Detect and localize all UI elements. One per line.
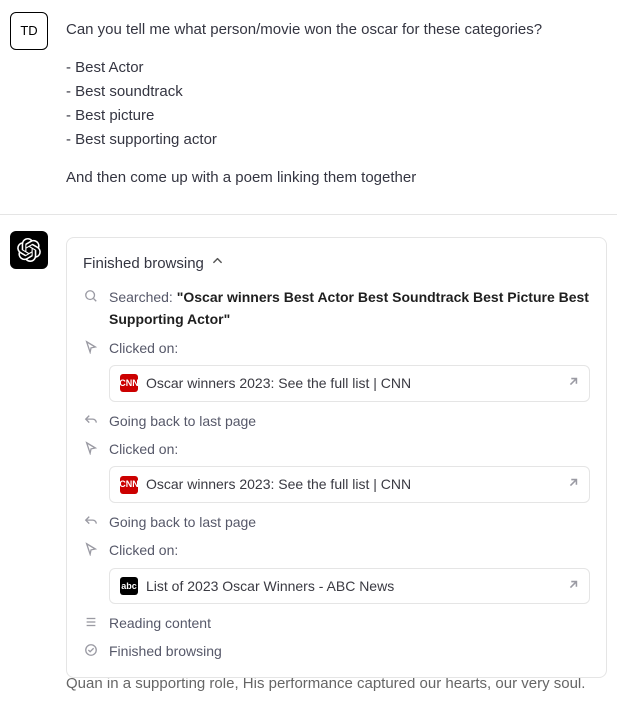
link-chip-cnn[interactable]: CNN Oscar winners 2023: See the full lis…	[109, 466, 590, 502]
check-circle-icon	[83, 640, 99, 660]
browse-step-searched: Searched: "Oscar winners Best Actor Best…	[83, 286, 590, 331]
back-arrow-icon	[83, 511, 99, 531]
cursor-icon	[83, 438, 99, 458]
user-bullet-list: - Best Actor - Best soundtrack - Best pi…	[66, 56, 607, 152]
browsing-header-label: Finished browsing	[83, 252, 204, 276]
bullet-item: - Best supporting actor	[66, 128, 607, 152]
link-chip-abc[interactable]: abc List of 2023 Oscar Winners - ABC New…	[109, 568, 590, 604]
browsing-panel: Finished browsing Searched: "Oscar winne…	[66, 237, 607, 678]
browse-step-clicked: Clicked on: CNN Oscar winners 2023: See …	[83, 337, 590, 404]
user-outro: And then come up with a poem linking the…	[66, 166, 607, 190]
assistant-message: Finished browsing Searched: "Oscar winne…	[0, 215, 617, 720]
bullet-item: - Best soundtrack	[66, 80, 607, 104]
assistant-avatar	[10, 231, 48, 269]
bullet-item: - Best Actor	[66, 56, 607, 80]
openai-logo-icon	[17, 238, 41, 262]
reading-label: Reading content	[109, 612, 590, 634]
assistant-content: Finished browsing Searched: "Oscar winne…	[66, 231, 607, 696]
browse-step-reading: Reading content	[83, 612, 590, 634]
cnn-favicon-icon: CNN	[120, 374, 138, 392]
user-initials: TD	[20, 21, 37, 42]
clicked-label: Clicked on:	[109, 441, 178, 457]
external-link-icon	[567, 372, 579, 394]
user-content: Can you tell me what person/movie won th…	[66, 12, 607, 190]
going-back-label: Going back to last page	[109, 410, 590, 432]
cursor-icon	[83, 539, 99, 559]
external-link-icon	[567, 575, 579, 597]
user-avatar: TD	[10, 12, 48, 50]
going-back-label: Going back to last page	[109, 511, 590, 533]
search-icon	[83, 286, 99, 306]
list-icon	[83, 612, 99, 632]
browsing-toggle[interactable]: Finished browsing	[83, 252, 590, 276]
bullet-item: - Best picture	[66, 104, 607, 128]
user-intro: Can you tell me what person/movie won th…	[66, 18, 607, 42]
abc-favicon-icon: abc	[120, 577, 138, 595]
clicked-label: Clicked on:	[109, 340, 178, 356]
external-link-icon	[567, 473, 579, 495]
finished-label: Finished browsing	[109, 640, 590, 662]
browse-step-clicked: Clicked on: abc List of 2023 Oscar Winne…	[83, 539, 590, 606]
user-message: TD Can you tell me what person/movie won…	[0, 0, 617, 215]
browse-step-finished: Finished browsing	[83, 640, 590, 662]
clicked-label: Clicked on:	[109, 542, 178, 558]
link-title: List of 2023 Oscar Winners - ABC News	[146, 575, 559, 597]
link-chip-cnn[interactable]: CNN Oscar winners 2023: See the full lis…	[109, 365, 590, 401]
chevron-up-icon	[212, 255, 223, 273]
back-arrow-icon	[83, 410, 99, 430]
browse-step-back: Going back to last page	[83, 410, 590, 432]
cursor-icon	[83, 337, 99, 357]
cnn-favicon-icon: CNN	[120, 476, 138, 494]
link-title: Oscar winners 2023: See the full list | …	[146, 372, 559, 394]
searched-prefix: Searched:	[109, 289, 177, 305]
browse-step-back: Going back to last page	[83, 511, 590, 533]
search-query: "Oscar winners Best Actor Best Soundtrac…	[109, 289, 589, 327]
link-title: Oscar winners 2023: See the full list | …	[146, 473, 559, 495]
browse-step-clicked: Clicked on: CNN Oscar winners 2023: See …	[83, 438, 590, 505]
